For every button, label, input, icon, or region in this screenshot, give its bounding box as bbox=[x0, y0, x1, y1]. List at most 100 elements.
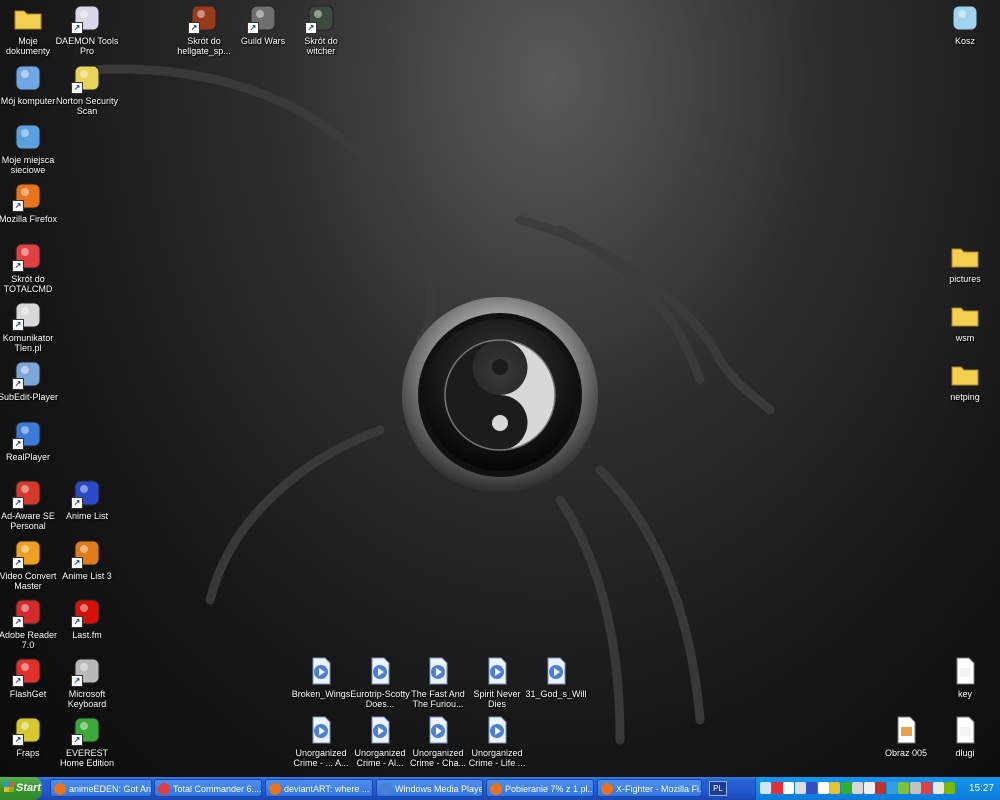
nvidia-tray-icon[interactable] bbox=[944, 782, 955, 794]
tray-app-icon-3[interactable] bbox=[817, 782, 829, 794]
desktop-icon-label: Skrót do witcher bbox=[304, 36, 338, 56]
recycle-bin-icon bbox=[949, 2, 981, 34]
antivirus-tray-icon[interactable] bbox=[771, 782, 783, 794]
desktop-icon[interactable]: key bbox=[933, 655, 997, 699]
desktop-icon[interactable]: Spirit Never Dies bbox=[465, 655, 529, 709]
total-commander-icon: ↗ bbox=[12, 240, 44, 272]
text-file-icon bbox=[949, 714, 981, 746]
my-documents-folder-icon bbox=[12, 2, 44, 34]
desktop-icon[interactable]: ↗ SubEdit-Player bbox=[0, 358, 60, 402]
tray-app-icon-1[interactable] bbox=[794, 782, 806, 794]
desktop-icon[interactable]: dlugi bbox=[933, 714, 997, 758]
desktop-icon[interactable]: ↗ Norton Security Scan bbox=[55, 62, 119, 116]
tray-app-icon-11[interactable] bbox=[909, 782, 921, 794]
desktop-icon[interactable]: Unorganized Crime - ... A... bbox=[289, 714, 353, 768]
start-button[interactable]: Start bbox=[0, 777, 42, 800]
desktop-icon-label: Anime List 3 bbox=[62, 571, 112, 581]
desktop-icon[interactable]: Unorganized Crime - Al... bbox=[348, 714, 412, 768]
desktop-icon-label: Broken_Wings bbox=[291, 689, 351, 699]
tray-app-icon-9[interactable] bbox=[886, 782, 898, 794]
desktop-icon[interactable]: ↗ Skrót do witcher bbox=[289, 2, 353, 56]
desktop-icon[interactable]: ↗ Adobe Reader 7.0 bbox=[0, 596, 60, 650]
anime-list-icon: ↗ bbox=[71, 477, 103, 509]
desktop-icon[interactable]: ↗ Microsoft Keyboard bbox=[55, 655, 119, 709]
desktop-icon[interactable]: ↗ Last.fm bbox=[55, 596, 119, 640]
desktop-icon[interactable]: ↗ Mozilla Firefox bbox=[0, 180, 60, 224]
desktop-icon-label: Unorganized Crime - Al... bbox=[354, 748, 406, 768]
shortcut-arrow-icon: ↗ bbox=[12, 378, 24, 390]
desktop-icon[interactable]: Broken_Wings bbox=[289, 655, 353, 699]
clock[interactable]: 15:27 bbox=[969, 777, 994, 800]
desktop-icon[interactable]: ↗ RealPlayer bbox=[0, 418, 60, 462]
network-tray-icon[interactable] bbox=[783, 782, 794, 794]
desktop-icon[interactable]: ↗ Skrót do hellgate_sp... bbox=[172, 2, 236, 56]
tray-app-icon-2[interactable] bbox=[806, 782, 817, 794]
desktop-icon[interactable]: Kosz bbox=[933, 2, 997, 46]
desktop-icon[interactable]: pictures bbox=[933, 240, 997, 284]
tray-expand-icon[interactable] bbox=[760, 782, 771, 794]
taskbar-button[interactable]: Pobieranie 7% z 1 pl... bbox=[486, 779, 594, 797]
desktop-icon[interactable]: Moje dokumenty bbox=[0, 2, 60, 56]
taskbar-button[interactable]: deviantART: where ... bbox=[265, 779, 373, 797]
tray-app-icon-5[interactable] bbox=[840, 782, 852, 794]
taskbar-button[interactable]: animeEDEN: Got Ani... bbox=[50, 779, 152, 797]
desktop-icon[interactable]: ↗ FlashGet bbox=[0, 655, 60, 699]
tray-app-icon-4[interactable] bbox=[829, 782, 840, 794]
shortcut-arrow-icon: ↗ bbox=[12, 260, 24, 272]
desktop-icon-label: Moje miejsca sieciowe bbox=[1, 155, 55, 175]
adaware-icon: ↗ bbox=[12, 477, 44, 509]
desktop-icon-label: Unorganized Crime - ... A... bbox=[293, 748, 349, 768]
desktop-icon[interactable]: Unorganized Crime - Life ... bbox=[465, 714, 529, 768]
image-file-icon bbox=[890, 714, 922, 746]
media-file-icon bbox=[481, 714, 513, 746]
desktop-icon-label: Mój komputer bbox=[0, 96, 56, 106]
shortcut-arrow-icon: ↗ bbox=[12, 319, 24, 331]
media-file-icon bbox=[422, 655, 454, 687]
taskbar-button[interactable]: Total Commander 6.... bbox=[154, 779, 262, 797]
desktop-icon[interactable]: ↗ Anime List 3 bbox=[55, 537, 119, 581]
desktop-icon[interactable]: ↗ Komunikator Tlen.pl bbox=[0, 299, 60, 353]
desktop-icon-label: Spirit Never Dies bbox=[473, 689, 521, 709]
media-file-icon bbox=[540, 655, 572, 687]
desktop-icon[interactable]: Obraz 005 bbox=[874, 714, 938, 758]
desktop-icon-label: Norton Security Scan bbox=[55, 96, 119, 116]
desktop-icon[interactable]: ↗ EVEREST Home Edition bbox=[55, 714, 119, 768]
desktop-icon[interactable]: Moje miejsca sieciowe bbox=[0, 121, 60, 175]
taskbar-button[interactable]: X-Fighter - Mozilla Fi... bbox=[597, 779, 702, 797]
desktop-icon[interactable]: ↗ Guild Wars bbox=[231, 2, 295, 46]
desktop-icon[interactable]: ↗ Fraps bbox=[0, 714, 60, 758]
desktop-icon-label: netping bbox=[950, 392, 980, 402]
desktop-icon[interactable]: ↗ Ad-Aware SE Personal bbox=[0, 477, 60, 531]
desktop-icon[interactable]: ↗ DAEMON Tools Pro bbox=[55, 2, 119, 56]
desktop-icon[interactable]: ↗ Video Convert Master bbox=[0, 537, 60, 591]
desktop-icon[interactable]: 31_God_s_Will bbox=[524, 655, 588, 699]
taskbar-button-label: Pobieranie 7% z 1 pl... bbox=[505, 784, 594, 794]
fraps-icon: ↗ bbox=[12, 714, 44, 746]
taskbar-button-label: Total Commander 6.... bbox=[173, 784, 262, 794]
my-computer-icon bbox=[12, 62, 44, 94]
taskbar-button[interactable]: Windows Media Player bbox=[376, 779, 483, 797]
tray-app-icon-12[interactable] bbox=[921, 782, 932, 794]
tray-app-icon-6[interactable] bbox=[852, 782, 863, 794]
taskbar-button-label: animeEDEN: Got Ani... bbox=[69, 784, 152, 794]
desktop-icon[interactable]: Eurotrip-Scotty Does... bbox=[348, 655, 412, 709]
language-indicator[interactable]: PL bbox=[709, 781, 727, 796]
desktop-icon-label: FlashGet bbox=[9, 689, 47, 699]
desktop-icon-label: Komunikator Tlen.pl bbox=[2, 333, 54, 353]
norton-scan-icon: ↗ bbox=[71, 62, 103, 94]
desktop-icon-label: dlugi bbox=[955, 748, 975, 758]
shortcut-arrow-icon: ↗ bbox=[12, 497, 24, 509]
desktop-icon[interactable]: Unorganized Crime - Cha... bbox=[406, 714, 470, 768]
volume-icon[interactable] bbox=[932, 782, 944, 794]
desktop-icon[interactable]: netping bbox=[933, 358, 997, 402]
tray-app-icon-7[interactable] bbox=[863, 782, 875, 794]
firefox-icon bbox=[601, 783, 613, 795]
desktop-icon[interactable]: ↗ Skrót do TOTALCMD bbox=[0, 240, 60, 294]
desktop-icon[interactable]: The Fast And The Furiou... bbox=[406, 655, 470, 709]
desktop-icon[interactable]: Mój komputer bbox=[0, 62, 60, 106]
desktop-icon[interactable]: ↗ Anime List bbox=[55, 477, 119, 521]
tray-app-icon-8[interactable] bbox=[875, 782, 886, 794]
desktop-icon[interactable]: wsm bbox=[933, 299, 997, 343]
tray-app-icon-10[interactable] bbox=[898, 782, 909, 794]
everest-info-icon: ↗ bbox=[71, 714, 103, 746]
